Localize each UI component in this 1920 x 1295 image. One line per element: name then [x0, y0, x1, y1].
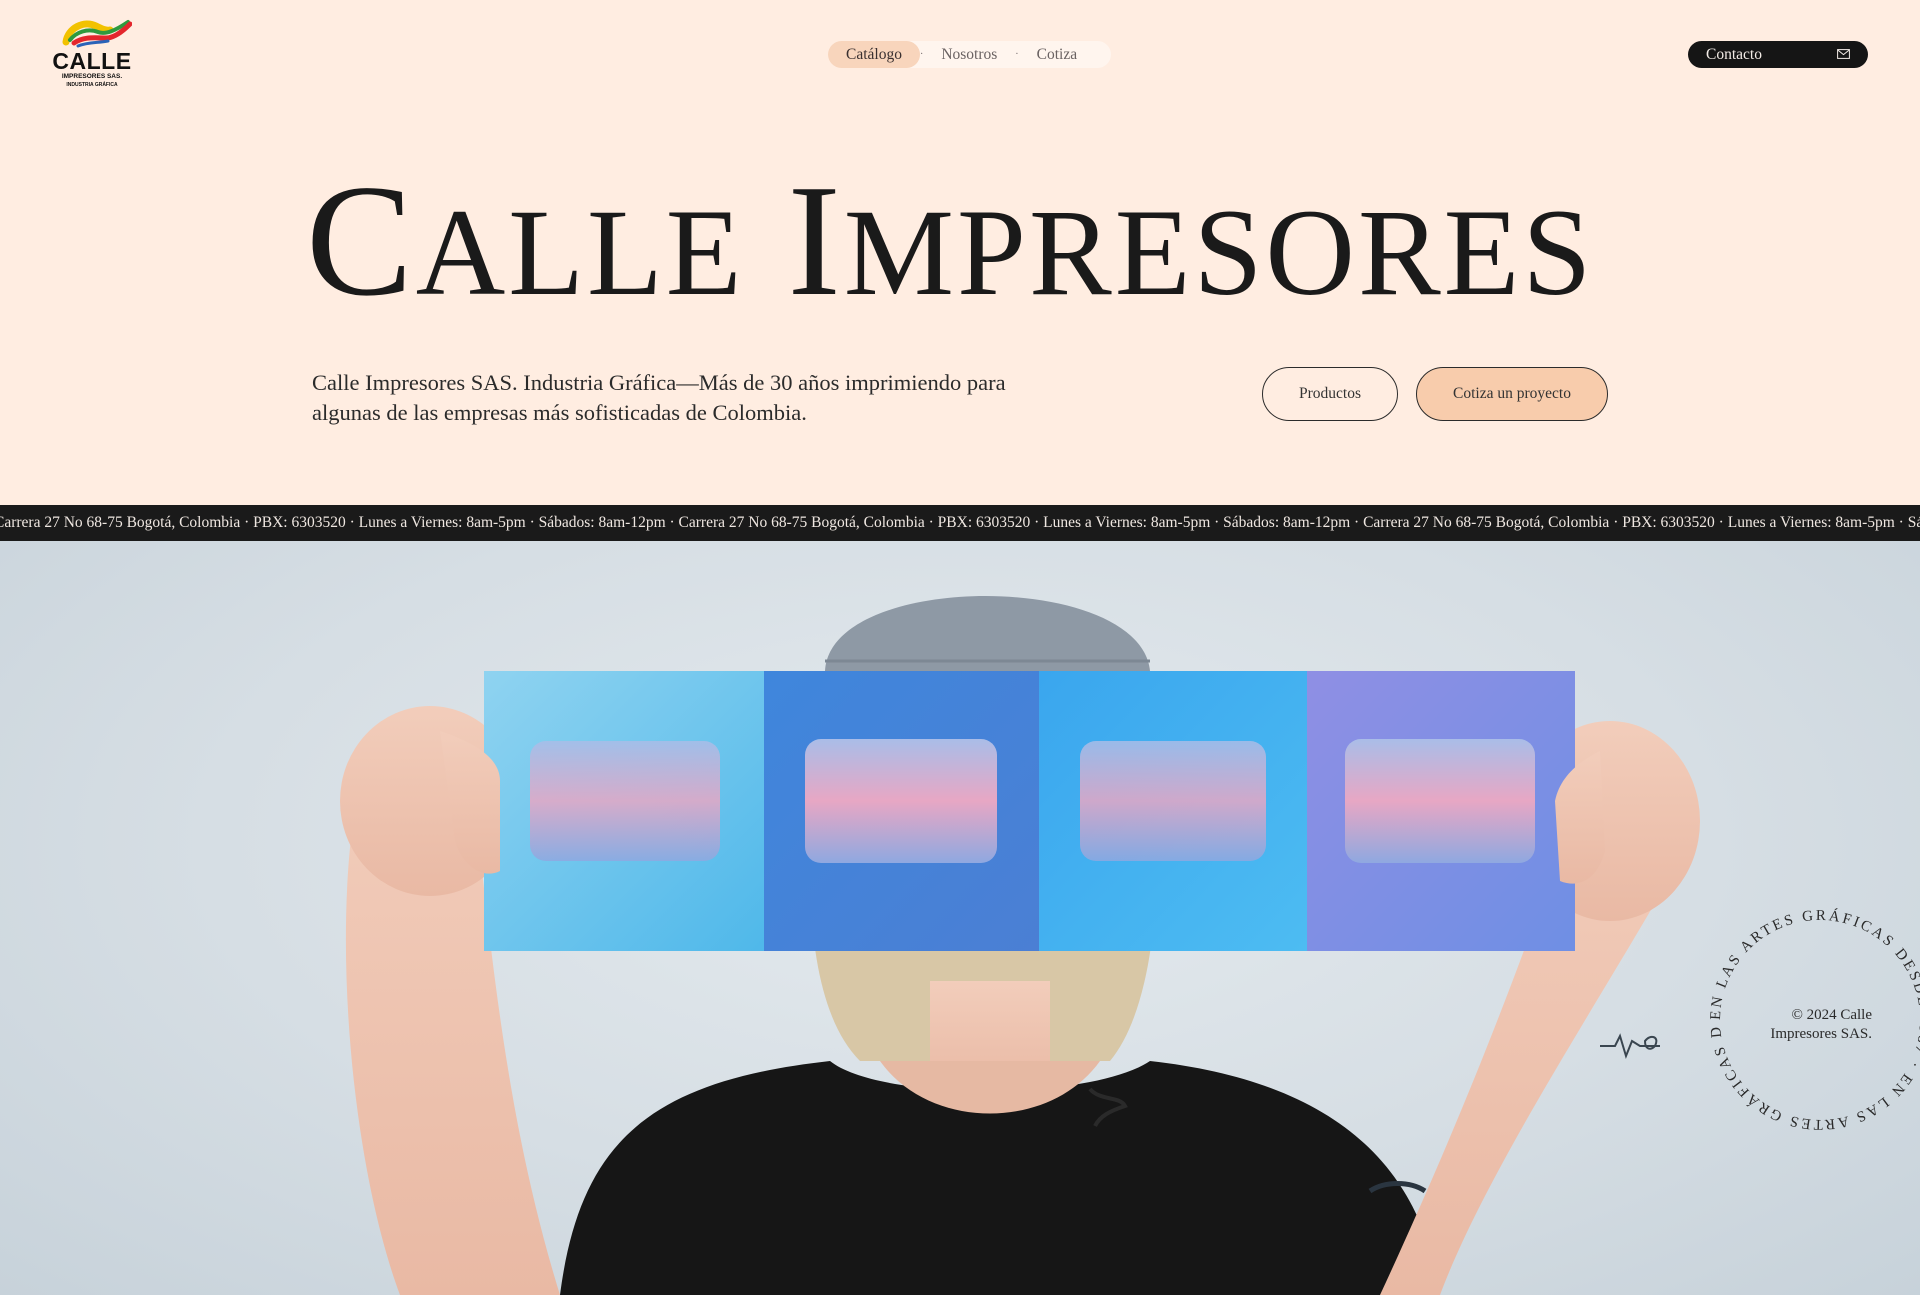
hero-photo-illustration: [340, 596, 1700, 1295]
copyright-line: Impresores SAS.: [1770, 1026, 1872, 1042]
main-nav: Catálogo · Nosotros · Cotiza: [828, 41, 1112, 68]
nav-item-nosotros[interactable]: Nosotros: [923, 41, 1015, 68]
hero-description: Calle Impresores SAS. Industria Gráfica—…: [312, 370, 1006, 425]
copyright-text: © 2024 Calle Impresores SAS.: [1732, 1006, 1872, 1044]
logo-subtitle: IMPRESORES SAS.: [61, 73, 123, 80]
logo-tagline: INDUSTRIA GRÁFICA: [66, 82, 118, 88]
brand-logo[interactable]: CALLE IMPRESORES SAS. INDUSTRIA GRÁFICA: [52, 16, 132, 88]
hero-title-smallcaps: ALLE: [415, 184, 745, 321]
contact-button-label: Contacto: [1706, 46, 1762, 63]
logo-wordmark: CALLE: [52, 48, 132, 74]
hero-title-initial: C: [306, 151, 416, 329]
ticker-text: Carrera 27 No 68-75 Bogotá, Colombia · P…: [0, 514, 1920, 531]
contact-button[interactable]: Contacto: [1688, 41, 1868, 68]
mail-icon: [1837, 49, 1850, 59]
copyright-line: © 2024 Calle: [1791, 1007, 1872, 1023]
hero-title: CALLE IMPRESORES: [306, 160, 1616, 333]
hero-photo: [0, 541, 1920, 1295]
nav-item-catalogo[interactable]: Catálogo: [828, 41, 920, 68]
products-button[interactable]: Productos: [1262, 367, 1398, 421]
quote-project-button[interactable]: Cotiza un proyecto: [1416, 367, 1608, 421]
nav-item-cotiza[interactable]: Cotiza: [1019, 41, 1095, 68]
hero-title-initial: I: [787, 151, 844, 329]
info-ticker: Carrera 27 No 68-75 Bogotá, Colombia · P…: [0, 505, 1920, 541]
hero-title-smallcaps: MPRESORES: [843, 184, 1595, 321]
logo-swoosh-icon: [62, 20, 132, 48]
